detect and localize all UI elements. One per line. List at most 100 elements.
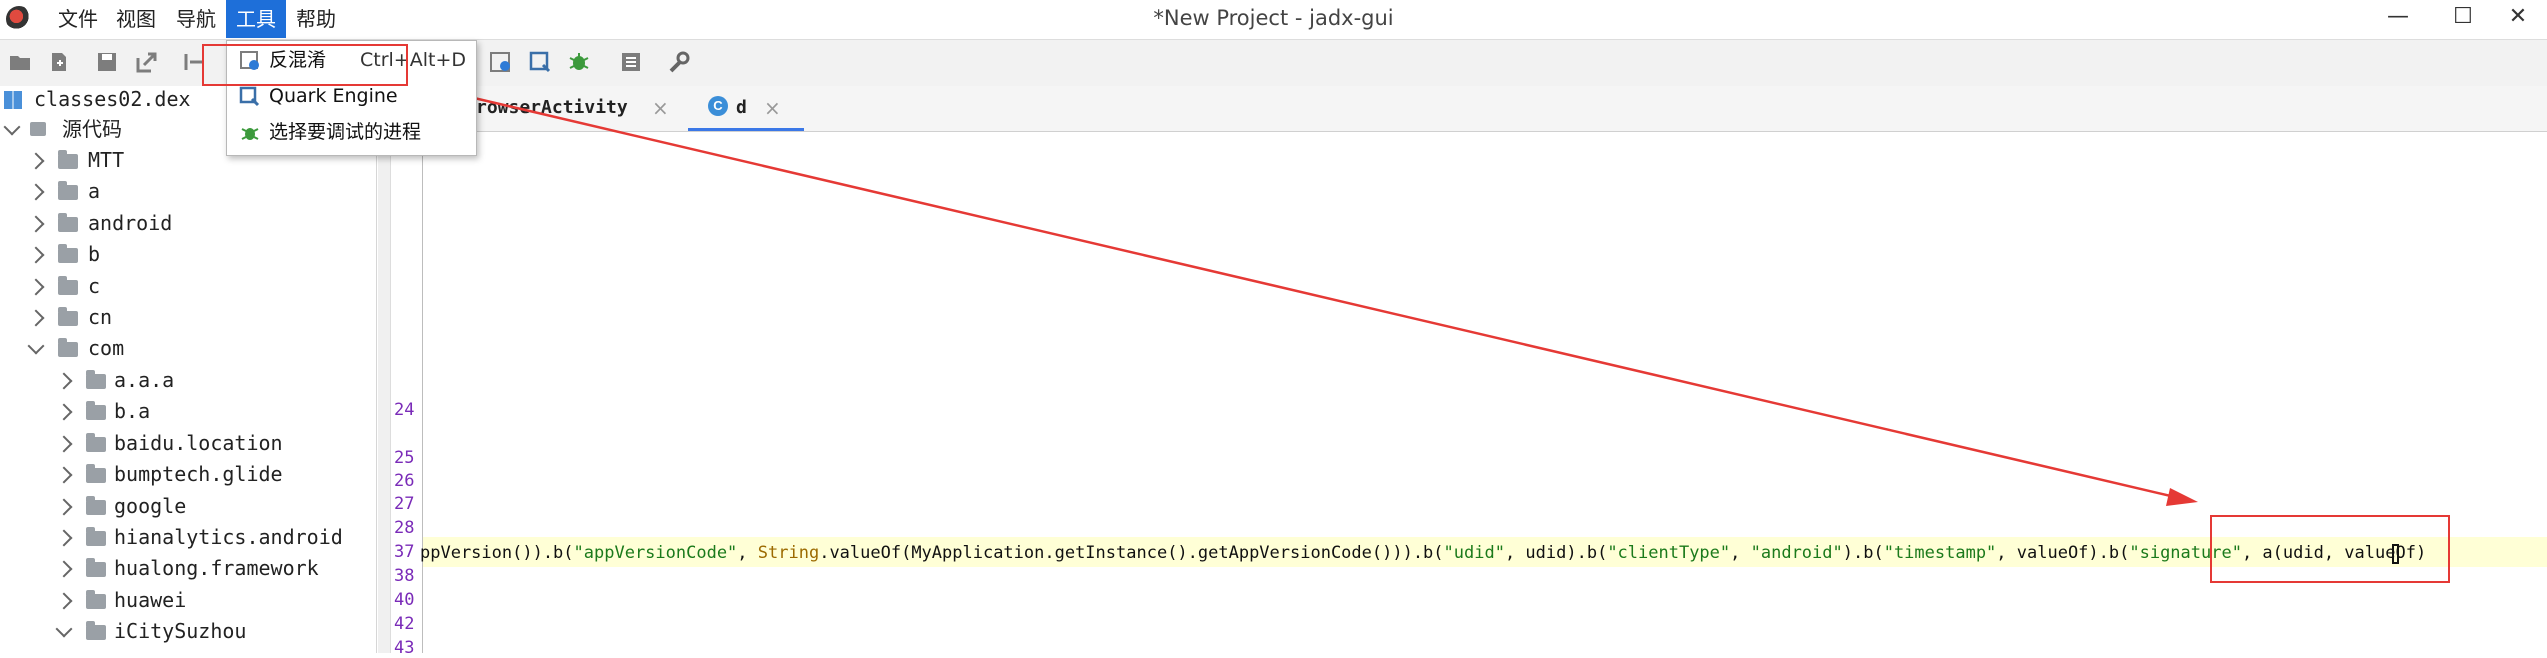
code-token: ).b( bbox=[1842, 543, 1884, 563]
chevron-right-icon[interactable] bbox=[55, 498, 73, 516]
chevron-down-icon[interactable] bbox=[27, 337, 45, 355]
tree-package-label: c bbox=[88, 273, 101, 298]
debug-bug-icon[interactable] bbox=[566, 50, 592, 74]
tree-package-label: google bbox=[114, 493, 187, 518]
chevron-right-icon[interactable] bbox=[27, 152, 45, 170]
package-folder-icon bbox=[86, 621, 106, 641]
chevron-right-icon[interactable] bbox=[27, 215, 45, 233]
package-folder-icon bbox=[86, 495, 106, 515]
line-number: 25 bbox=[394, 448, 415, 468]
window-title: *New Project - jadx-gui bbox=[1153, 6, 1394, 30]
tree-package-label: baidu.location bbox=[114, 430, 283, 455]
chevron-right-icon[interactable] bbox=[55, 372, 73, 390]
tree-package-label: b bbox=[88, 242, 101, 267]
code-token: , udid).b( bbox=[1504, 543, 1608, 563]
open-folder-icon[interactable] bbox=[8, 50, 34, 74]
minimize-button[interactable]: — bbox=[2369, 0, 2427, 36]
line-number: 27 bbox=[394, 494, 415, 514]
tree-package-label: iCitySuzhou bbox=[114, 619, 247, 644]
package-folder-icon bbox=[58, 307, 78, 326]
tab-browser-activity[interactable]: rowserActivity bbox=[476, 86, 628, 131]
line-number: 43 bbox=[394, 638, 415, 658]
code-line-37[interactable]: ppVersion()).b("appVersionCode", String.… bbox=[420, 538, 2426, 568]
package-folder-icon bbox=[86, 432, 106, 452]
tab-close-icon[interactable]: × bbox=[652, 86, 669, 130]
tree-package-label: hianalytics.android bbox=[114, 525, 343, 549]
package-folder-icon bbox=[86, 589, 106, 609]
menu-file[interactable]: 文件 bbox=[48, 0, 108, 38]
line-number: 26 bbox=[394, 471, 415, 491]
tree-source-node[interactable]: 源代码 bbox=[3, 114, 204, 144]
code-token: , bbox=[737, 543, 758, 563]
line-number: 24 bbox=[394, 400, 415, 420]
add-files-icon[interactable] bbox=[46, 50, 72, 74]
chevron-right-icon[interactable] bbox=[27, 246, 45, 264]
close-window-button[interactable]: ✕ bbox=[2489, 0, 2547, 36]
menu-item-select-debug-process[interactable]: 选择要调试的进程 bbox=[227, 115, 476, 149]
tree-package-label: com bbox=[88, 336, 125, 361]
quark-engine-icon[interactable] bbox=[528, 50, 554, 74]
save-icon[interactable] bbox=[94, 50, 120, 74]
line-number: 42 bbox=[394, 614, 415, 634]
select-debug-process-label: 选择要调试的进程 bbox=[269, 121, 422, 143]
tab-d[interactable]: d bbox=[736, 86, 747, 131]
class-icon: C bbox=[708, 96, 728, 116]
chevron-right-icon[interactable] bbox=[55, 560, 73, 578]
chevron-right-icon[interactable] bbox=[27, 309, 45, 327]
type-name: String bbox=[757, 543, 820, 563]
project-tree[interactable]: classes02.dex 源代码 MTT a android b c cn com a.a… bbox=[0, 86, 377, 653]
code-token: , bbox=[1730, 543, 1751, 563]
chevron-down-icon[interactable] bbox=[55, 620, 73, 638]
package-folder-icon bbox=[86, 401, 106, 421]
active-tab-indicator bbox=[688, 128, 804, 131]
export-icon[interactable] bbox=[134, 50, 160, 74]
tree-package-label: android bbox=[88, 210, 173, 235]
tree-package-label: bumptech.glide bbox=[114, 462, 283, 487]
chevron-right-icon[interactable] bbox=[55, 529, 73, 547]
maximize-button[interactable]: ☐ bbox=[2434, 0, 2492, 36]
chevron-right-icon[interactable] bbox=[27, 183, 45, 201]
string-literal: "udid" bbox=[1443, 543, 1505, 563]
tab-d-close-icon[interactable]: × bbox=[764, 86, 781, 130]
menu-view[interactable]: 视图 bbox=[106, 0, 166, 38]
chevron-right-icon[interactable] bbox=[55, 592, 73, 610]
package-cube-icon bbox=[30, 122, 46, 136]
package-folder-icon bbox=[58, 275, 78, 295]
line-number: 40 bbox=[394, 590, 415, 610]
package-folder-icon bbox=[58, 244, 78, 264]
code-token: .valueOf(MyApplication.getInstance().get… bbox=[819, 543, 1444, 563]
source-label: 源代码 bbox=[62, 117, 122, 141]
chevron-down-icon[interactable] bbox=[3, 118, 21, 136]
tree-package-label: a bbox=[88, 179, 101, 204]
line-number: 28 bbox=[394, 518, 415, 538]
chevron-right-icon[interactable] bbox=[55, 403, 73, 421]
chevron-right-icon[interactable] bbox=[55, 466, 73, 484]
package-folder-icon bbox=[58, 181, 78, 201]
string-literal: "clientType" bbox=[1607, 543, 1731, 563]
tree-package-label: huawei bbox=[114, 587, 187, 612]
package-folder-icon bbox=[58, 212, 78, 232]
tree-package-label: MTT bbox=[88, 148, 125, 172]
string-literal: "android" bbox=[1750, 543, 1843, 563]
line-number: 38 bbox=[394, 566, 415, 586]
title-bar: *New Project - jadx-gui 文件 视图 导航 工具 帮助 —… bbox=[0, 0, 2547, 38]
tree-root-label: classes02.dex bbox=[34, 87, 191, 111]
preferences-wrench-icon[interactable] bbox=[666, 50, 692, 74]
deobfuscation-icon[interactable] bbox=[488, 50, 514, 74]
log-viewer-icon[interactable] bbox=[618, 50, 644, 74]
tree-package-label: a.a.a bbox=[114, 368, 175, 392]
menu-navigate[interactable]: 导航 bbox=[166, 0, 226, 38]
editor-left-bar bbox=[378, 132, 391, 653]
menu-tools[interactable]: 工具 bbox=[226, 0, 286, 38]
package-folder-icon bbox=[86, 370, 106, 389]
chevron-right-icon[interactable] bbox=[27, 278, 45, 296]
tree-package-label: cn bbox=[88, 305, 113, 329]
package-folder-icon bbox=[86, 464, 106, 484]
menu-help[interactable]: 帮助 bbox=[286, 0, 346, 38]
tree-package-label: b.a bbox=[114, 399, 151, 424]
chevron-right-icon[interactable] bbox=[55, 435, 73, 453]
package-folder-icon bbox=[58, 150, 78, 169]
package-folder-icon bbox=[86, 558, 106, 578]
package-folder-icon bbox=[58, 338, 78, 358]
code-token: ppVersion()).b( bbox=[420, 543, 574, 563]
